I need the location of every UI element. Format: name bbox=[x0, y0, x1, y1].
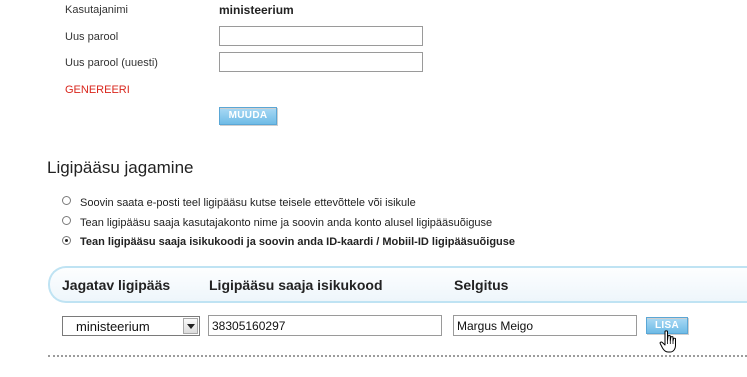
access-select[interactable]: ministeerium bbox=[62, 316, 200, 336]
share-option-email-label: Soovin saata e-posti teel ligipääsu kuts… bbox=[80, 197, 416, 209]
share-option-username-radio[interactable] bbox=[62, 216, 71, 225]
sharing-section-title: Ligipääsu jagamine bbox=[47, 158, 194, 177]
share-option-username-label: Tean ligipääsu saaja kasutajakonto nime … bbox=[80, 217, 493, 229]
hand-pointer-icon bbox=[659, 330, 676, 353]
column-header-personal-code: Ligipääsu saaja isikukood bbox=[209, 277, 383, 293]
new-password-field[interactable] bbox=[219, 26, 423, 46]
username-label: Kasutajanimi bbox=[65, 4, 128, 16]
new-password-label: Uus parool bbox=[65, 31, 119, 43]
column-header-explanation: Selgitus bbox=[454, 277, 509, 293]
personal-code-input[interactable] bbox=[208, 315, 442, 336]
change-password-button[interactable]: MUUDA bbox=[219, 107, 277, 125]
chevron-down-icon[interactable] bbox=[183, 318, 198, 334]
access-select-value: ministeerium bbox=[76, 319, 150, 334]
repeat-password-label: Uus parool (uuesti) bbox=[65, 57, 158, 69]
column-header-access: Jagatav ligipääs bbox=[62, 277, 171, 293]
share-option-idcode-radio[interactable] bbox=[62, 236, 71, 245]
share-option-idcode-label: Tean ligipääsu saaja isikukoodi ja soovi… bbox=[80, 236, 516, 248]
generate-password-link[interactable]: GENEREERI bbox=[65, 84, 130, 96]
explanation-input[interactable] bbox=[453, 315, 637, 336]
username-value: ministeerium bbox=[219, 3, 294, 17]
repeat-password-field[interactable] bbox=[219, 52, 423, 72]
share-option-email-radio[interactable] bbox=[62, 196, 71, 205]
section-divider bbox=[48, 355, 747, 357]
